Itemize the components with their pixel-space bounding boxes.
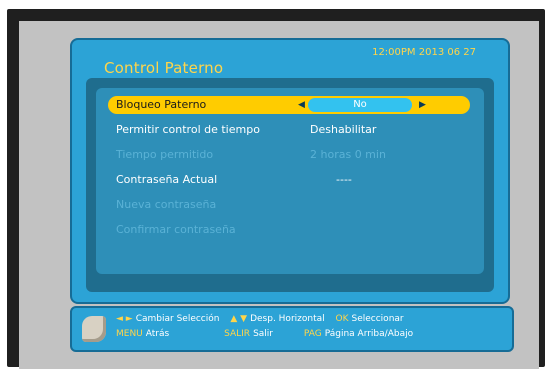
menu-item-label: Nueva contraseña: [116, 198, 217, 211]
menu-item-label: Bloqueo Paterno: [116, 98, 207, 111]
arrow-left-icon[interactable]: ◀: [298, 96, 305, 114]
menu-item-label: Contraseña Actual: [116, 173, 218, 186]
menu-key: MENU: [116, 329, 143, 339]
arrow-right-icon[interactable]: ▶: [419, 96, 426, 114]
help-text-back: Atrás: [145, 329, 170, 339]
left-right-key-icon: ◄ ►: [116, 314, 133, 324]
current-password-value[interactable]: ----: [336, 171, 352, 189]
help-line-2: MENU Atrás SALIR Salir PAG Página Arriba/Ab…: [116, 329, 421, 341]
page-key: PAG: [303, 329, 322, 339]
menu-item-current-password[interactable]: Contraseña Actual ----: [108, 171, 470, 189]
menu-item-parental-lock[interactable]: Bloqueo Paterno ◀ No ▶: [108, 96, 470, 114]
help-text-change-selection: Cambiar Selección: [135, 314, 220, 324]
help-text-page: Página Arriba/Abajo: [324, 329, 414, 339]
help-text-exit: Salir: [253, 329, 273, 339]
header: Control Paterno 12:00PM 2013 06 27: [72, 40, 508, 78]
time-control-value[interactable]: Deshabilitar: [310, 121, 376, 139]
menu-item-allowed-time: Tiempo permitido 2 horas 0 min: [108, 146, 470, 164]
exit-key: SALIR: [224, 329, 251, 339]
menu-item-label: Permitir control de tiempo: [116, 123, 260, 136]
parental-control-window: Control Paterno 12:00PM 2013 06 27 Bloqu…: [70, 38, 510, 304]
menu-list: Bloqueo Paterno ◀ No ▶ Permitir control …: [96, 88, 484, 274]
menu-item-label: Tiempo permitido: [116, 148, 214, 161]
help-bar: ◄ ► Cambiar Selección ▲ ▼ Desp. Horizontal…: [70, 306, 514, 352]
menu-item-confirm-password: Confirmar contraseña: [108, 221, 470, 239]
help-text-select: Seleccionar: [351, 314, 404, 324]
help-line-1: ◄ ► Cambiar Selección ▲ ▼ Desp. Horizontal…: [116, 314, 412, 326]
menu-item-time-control[interactable]: Permitir control de tiempo Deshabilitar: [108, 121, 470, 139]
ok-key: OK: [335, 314, 349, 324]
allowed-time-value: 2 horas 0 min: [310, 148, 386, 161]
datetime: 12:00PM 2013 06 27: [372, 47, 476, 58]
menu-item-new-password: Nueva contraseña: [108, 196, 470, 214]
remote-icon: [82, 316, 106, 342]
page-title: Control Paterno: [104, 59, 224, 77]
menu-panel: Bloqueo Paterno ◀ No ▶ Permitir control …: [86, 78, 494, 292]
help-text-scroll: Desp. Horizontal: [250, 314, 325, 324]
menu-item-label: Confirmar contraseña: [116, 223, 236, 236]
parental-lock-value[interactable]: No: [308, 98, 412, 112]
up-down-key-icon: ▲ ▼: [230, 314, 248, 324]
